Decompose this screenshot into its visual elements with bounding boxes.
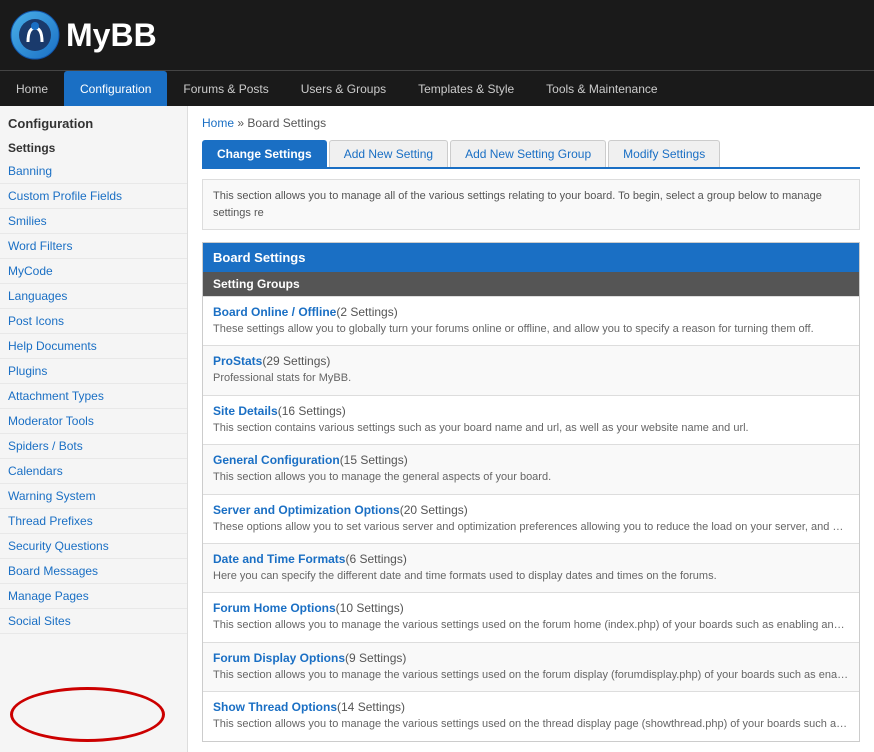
setting-group-desc-7: This section allows you to manage the va… (213, 668, 849, 683)
setting-group-desc-5: Here you can specify the different date … (213, 569, 849, 584)
mybb-logo-icon (10, 10, 60, 60)
nav-home[interactable]: Home (0, 71, 64, 106)
setting-group-title-5[interactable]: Date and Time Formats (213, 552, 345, 566)
sidebar-item-mycode[interactable]: MyCode (0, 259, 187, 284)
setting-group-1: ProStats(29 Settings) Professional stats… (203, 345, 859, 394)
setting-group-count-5: (6 Settings) (345, 552, 406, 566)
sidebar-item-manage-pages[interactable]: Manage Pages (0, 584, 187, 609)
info-text: This section allows you to manage all of… (213, 190, 822, 219)
setting-group-count-6: (10 Settings) (336, 601, 404, 615)
header: MyBB (0, 0, 874, 70)
sidebar-item-post-icons[interactable]: Post Icons (0, 309, 187, 334)
nav-templates-style[interactable]: Templates & Style (402, 71, 530, 106)
sidebar-item-smilies[interactable]: Smilies (0, 209, 187, 234)
setting-group-desc-1: Professional stats for MyBB. (213, 371, 849, 386)
tab-add-new-setting-group[interactable]: Add New Setting Group (450, 140, 606, 167)
nav-configuration[interactable]: Configuration (64, 71, 167, 106)
setting-group-desc-2: This section contains various settings s… (213, 421, 849, 436)
nav-tools-maintenance[interactable]: Tools & Maintenance (530, 71, 673, 106)
tab-modify-settings[interactable]: Modify Settings (608, 140, 720, 167)
panel-header: Board Settings (203, 243, 859, 272)
setting-group-title-8[interactable]: Show Thread Options (213, 700, 337, 714)
breadcrumb-home[interactable]: Home (202, 116, 234, 130)
setting-group-title-6[interactable]: Forum Home Options (213, 601, 336, 615)
breadcrumb: Home » Board Settings (202, 116, 860, 130)
sidebar-item-calendars[interactable]: Calendars (0, 459, 187, 484)
sidebar-item-languages[interactable]: Languages (0, 284, 187, 309)
setting-group-count-2: (16 Settings) (278, 404, 346, 418)
panel-subheader: Setting Groups (203, 272, 859, 296)
setting-group-2: Site Details(16 Settings) This section c… (203, 395, 859, 444)
sidebar-item-help-documents[interactable]: Help Documents (0, 334, 187, 359)
sidebar: Configuration Settings Banning Custom Pr… (0, 106, 188, 752)
setting-group-desc-8: This section allows you to manage the va… (213, 717, 849, 732)
nav-forums-posts[interactable]: Forums & Posts (167, 71, 284, 106)
setting-group-title-4[interactable]: Server and Optimization Options (213, 503, 400, 517)
tab-add-new-setting[interactable]: Add New Setting (329, 140, 448, 167)
sidebar-settings-label: Settings (0, 135, 187, 159)
tab-change-settings[interactable]: Change Settings (202, 140, 327, 167)
setting-group-7: Forum Display Options(9 Settings) This s… (203, 642, 859, 691)
oval-highlight-indicator (10, 687, 165, 742)
setting-group-title-3[interactable]: General Configuration (213, 453, 340, 467)
breadcrumb-current: Board Settings (247, 116, 326, 130)
nav-users-groups[interactable]: Users & Groups (285, 71, 402, 106)
setting-group-count-3: (15 Settings) (340, 453, 408, 467)
breadcrumb-separator: » (237, 116, 244, 130)
setting-group-count-4: (20 Settings) (400, 503, 468, 517)
setting-group-4: Server and Optimization Options(20 Setti… (203, 494, 859, 543)
setting-group-6: Forum Home Options(10 Settings) This sec… (203, 592, 859, 641)
info-box: This section allows you to manage all of… (202, 179, 860, 230)
tab-bar: Change Settings Add New Setting Add New … (202, 140, 860, 169)
setting-group-count-8: (14 Settings) (337, 700, 405, 714)
setting-group-count-1: (29 Settings) (262, 354, 330, 368)
sidebar-item-plugins[interactable]: Plugins (0, 359, 187, 384)
setting-group-desc-6: This section allows you to manage the va… (213, 618, 849, 633)
sidebar-item-warning-system[interactable]: Warning System (0, 484, 187, 509)
setting-group-count-7: (9 Settings) (345, 651, 406, 665)
setting-group-title-7[interactable]: Forum Display Options (213, 651, 345, 665)
setting-group-8: Show Thread Options(14 Settings) This se… (203, 691, 859, 740)
main-nav: Home Configuration Forums & Posts Users … (0, 70, 874, 106)
setting-group-0: Board Online / Offline(2 Settings) These… (203, 296, 859, 345)
sidebar-item-moderator-tools[interactable]: Moderator Tools (0, 409, 187, 434)
setting-group-title-0[interactable]: Board Online / Offline (213, 305, 336, 319)
logo-text: MyBB (66, 17, 157, 54)
setting-group-desc-4: These options allow you to set various s… (213, 520, 849, 535)
setting-group-count-0: (2 Settings) (336, 305, 397, 319)
sidebar-item-social-sites[interactable]: Social Sites (0, 609, 187, 634)
sidebar-item-word-filters[interactable]: Word Filters (0, 234, 187, 259)
board-settings-panel: Board Settings Setting Groups Board Onli… (202, 242, 860, 742)
setting-group-5: Date and Time Formats(6 Settings) Here y… (203, 543, 859, 592)
content-area: Home » Board Settings Change Settings Ad… (188, 106, 874, 752)
sidebar-section-title: Configuration (0, 106, 187, 135)
setting-group-title-1[interactable]: ProStats (213, 354, 262, 368)
sidebar-item-banning[interactable]: Banning (0, 159, 187, 184)
sidebar-item-attachment-types[interactable]: Attachment Types (0, 384, 187, 409)
sidebar-item-board-messages[interactable]: Board Messages (0, 559, 187, 584)
logo: MyBB (10, 10, 157, 60)
sidebar-item-thread-prefixes[interactable]: Thread Prefixes (0, 509, 187, 534)
setting-group-3: General Configuration(15 Settings) This … (203, 444, 859, 493)
sidebar-item-spiders-bots[interactable]: Spiders / Bots (0, 434, 187, 459)
setting-group-title-2[interactable]: Site Details (213, 404, 278, 418)
sidebar-item-custom-profile-fields[interactable]: Custom Profile Fields (0, 184, 187, 209)
setting-group-desc-3: This section allows you to manage the ge… (213, 470, 849, 485)
main-layout: Configuration Settings Banning Custom Pr… (0, 106, 874, 752)
setting-group-desc-0: These settings allow you to globally tur… (213, 322, 849, 337)
sidebar-item-security-questions[interactable]: Security Questions (0, 534, 187, 559)
